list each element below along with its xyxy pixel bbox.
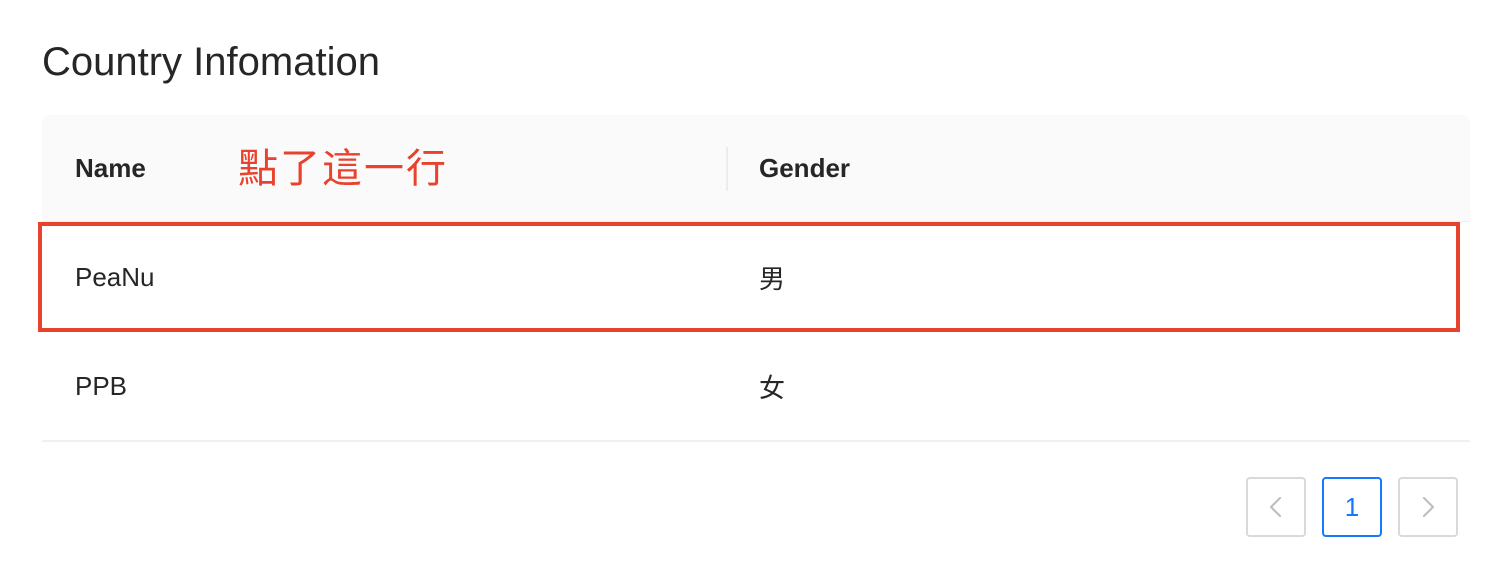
table-row[interactable]: PeaNu 男 [38, 222, 1460, 332]
prev-page-button[interactable] [1246, 477, 1306, 537]
annotation-label: 點了這一行 [238, 146, 448, 192]
chevron-left-icon [1266, 495, 1286, 519]
page-button-1[interactable]: 1 [1322, 477, 1382, 537]
cell-gender: 女 [759, 372, 786, 403]
pagination: 1 [1246, 477, 1458, 537]
page-title: Country Infomation [42, 40, 380, 84]
table-header: Name 點了這一行 Gender [42, 115, 1470, 222]
cell-gender: 男 [759, 263, 786, 294]
column-header-gender[interactable]: Gender [759, 115, 850, 221]
country-table: Name 點了這一行 Gender PeaNu 男 PPB 女 [38, 115, 1470, 442]
next-page-button[interactable] [1398, 477, 1458, 537]
column-header-name[interactable]: Name [75, 115, 146, 221]
column-divider [726, 147, 728, 191]
table-row[interactable]: PPB 女 [42, 332, 1470, 442]
cell-name: PeaNu [75, 261, 155, 292]
chevron-right-icon [1418, 495, 1438, 519]
cell-name: PPB [75, 370, 128, 401]
